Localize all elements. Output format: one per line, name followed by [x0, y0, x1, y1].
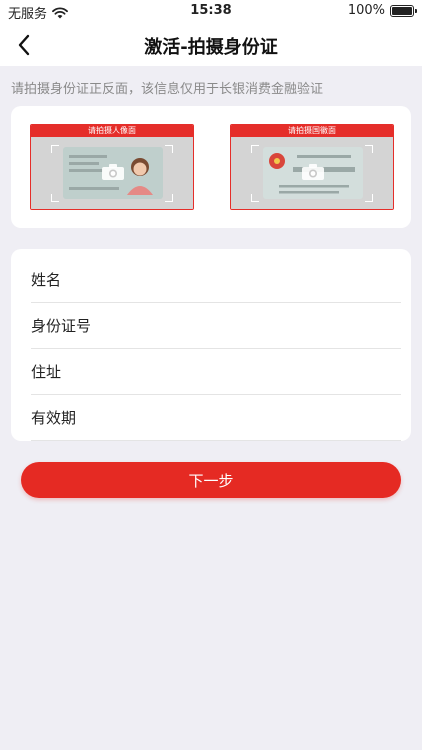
hint-text: 请拍摄身份证正反面，该信息仅用于长银消费金融验证: [11, 82, 324, 97]
id-number-input[interactable]: [121, 311, 397, 341]
id-number-label: 身份证号: [31, 317, 92, 335]
id-front-upload[interactable]: 请拍摄人像面: [30, 124, 194, 210]
name-field[interactable]: 姓名: [31, 257, 401, 303]
battery-icon: [390, 4, 417, 17]
camera-icon: [102, 164, 124, 180]
id-back-upload[interactable]: 请拍摄国徽面: [230, 124, 394, 210]
page-title: 激活-拍摄身份证: [144, 37, 278, 58]
camera-icon: [302, 164, 324, 180]
address-label: 住址: [31, 363, 62, 381]
next-step-button[interactable]: 下一步: [21, 462, 401, 498]
status-bar: 无服务 15:38 100%: [0, 0, 422, 24]
id-back-label: 请拍摄国徽面: [231, 125, 393, 137]
battery-percent: 100%: [347, 3, 385, 18]
validity-label: 有效期: [31, 409, 77, 427]
status-right: 100%: [347, 3, 417, 18]
id-card-panel: 请拍摄人像面 请拍摄国徽面: [11, 106, 411, 228]
id-info-form: 姓名 身份证号 住址 有效期: [11, 249, 411, 441]
address-field[interactable]: 住址: [31, 349, 401, 395]
validity-field[interactable]: 有效期: [31, 395, 401, 441]
id-front-label: 请拍摄人像面: [31, 125, 193, 137]
name-input[interactable]: [121, 265, 397, 295]
id-back-preview: [231, 137, 393, 209]
id-front-preview: [31, 137, 193, 209]
id-number-field[interactable]: 身份证号: [31, 303, 401, 349]
name-label: 姓名: [31, 271, 62, 289]
validity-input[interactable]: [121, 403, 397, 433]
nav-bar: 激活-拍摄身份证: [0, 24, 422, 66]
address-input[interactable]: [121, 357, 397, 387]
